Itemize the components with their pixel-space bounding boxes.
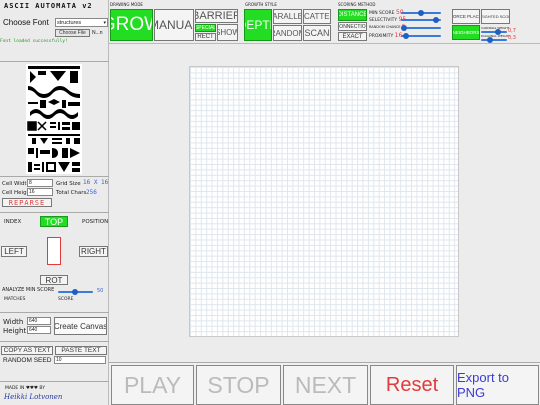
- analyze-min-score-label: ANALYZE MIN SCORE: [2, 287, 55, 293]
- canvas-height-label: Height: [3, 327, 27, 335]
- random-chance-slider-track: [401, 27, 441, 29]
- drawing-mode-title: DRAWING MODE: [110, 2, 143, 7]
- divider: [0, 61, 109, 62]
- font-select-value: structures: [57, 19, 82, 26]
- diagonal-weight-slider-knob[interactable]: [487, 37, 493, 43]
- connection-button[interactable]: CONNECTION: [338, 22, 367, 31]
- selectivity-label-text: SELECTIVITY: [369, 18, 398, 23]
- show-button[interactable]: SHOW: [217, 24, 238, 41]
- diagonal-weight-label: DIAGONAL WEIGHT: [481, 34, 510, 38]
- total-chars-label: Total Chars: [56, 190, 87, 196]
- matches-label: MATCHES: [4, 297, 26, 302]
- cell-height-input[interactable]: 16: [27, 188, 53, 196]
- reset-button[interactable]: Reset: [370, 365, 454, 405]
- next-button[interactable]: NEXT: [283, 365, 368, 405]
- scatter-button[interactable]: SCATTER: [303, 9, 331, 24]
- grid-size-value: 16 X 16: [83, 179, 109, 186]
- choose-file-button[interactable]: Choose File: [55, 29, 90, 37]
- min-score-slider-knob[interactable]: [418, 10, 424, 16]
- diagonal-weight-value: 0,3: [508, 35, 516, 41]
- diagonal-weight-slider-track: [481, 39, 507, 41]
- right-button[interactable]: RIGHT: [79, 246, 108, 257]
- analyze-min-score-slider[interactable]: [58, 289, 93, 295]
- font-preview-image: [26, 64, 82, 174]
- exact-button[interactable]: EXACT: [338, 32, 367, 41]
- status-message: Font loaded successfully!: [0, 39, 68, 44]
- author-signature[interactable]: Heikki Lotvonen: [4, 393, 62, 401]
- chevron-down-icon: ▾: [103, 19, 106, 26]
- divider: [0, 212, 109, 213]
- min-score-slider[interactable]: [401, 10, 441, 16]
- random-chance-label: RANDOM CHANCE 0: [369, 24, 405, 30]
- random-chance-label-text: RANDOM CHANCE: [369, 25, 401, 29]
- scoring-method-title: SCORING METHOD: [338, 2, 376, 7]
- choose-font-label: Choose Font: [3, 18, 49, 27]
- proximity-slider[interactable]: [401, 33, 441, 39]
- depth-button[interactable]: DEPTH: [244, 9, 272, 41]
- selectivity-slider-knob[interactable]: [433, 17, 440, 23]
- random-chance-slider[interactable]: [401, 25, 441, 31]
- divider: [0, 176, 109, 177]
- divider: [0, 381, 109, 382]
- create-canvas-button[interactable]: Create Canvas: [54, 317, 107, 335]
- barrier-button[interactable]: BARRIER: [195, 9, 238, 23]
- top-button[interactable]: TOP: [40, 216, 68, 227]
- canvas-area: [109, 44, 540, 362]
- divider: [0, 312, 109, 313]
- manual-button[interactable]: MANUAL: [154, 9, 194, 41]
- divider: [0, 341, 109, 342]
- canvas-width-input[interactable]: 640: [27, 317, 51, 325]
- rect-button[interactable]: RECT: [195, 33, 216, 41]
- position-label: POSITION: [82, 219, 109, 225]
- proximity-slider-knob[interactable]: [402, 33, 409, 39]
- analyze-min-score-value: 50: [97, 288, 104, 294]
- random-seed-input[interactable]: 10: [54, 356, 106, 364]
- cardinal-weight-slider[interactable]: [481, 29, 507, 35]
- playback-controls: PLAY STOP NEXT Reset Export to PNG: [109, 362, 540, 405]
- index-label: INDEX: [4, 219, 22, 225]
- stop-button[interactable]: STOP: [196, 365, 281, 405]
- grid-size-label: Grid Size: [56, 181, 81, 187]
- export-png-button[interactable]: Export to PNG: [456, 365, 539, 405]
- drawing-canvas[interactable]: [189, 66, 459, 337]
- left-button[interactable]: LEFT: [1, 246, 27, 257]
- font-select[interactable]: structures ▾: [55, 18, 108, 27]
- proximity-label: PROXIMITY 16: [369, 32, 402, 39]
- parallel-button[interactable]: PARALLEL: [273, 9, 302, 24]
- copy-as-text-button[interactable]: COPY AS TEXT: [1, 346, 53, 355]
- canvas-width-label: Width: [3, 318, 24, 326]
- random-chance-slider-knob[interactable]: [401, 25, 407, 31]
- toolbar: DRAWING MODE GROW MANUAL BARRIER SPECIAL…: [109, 0, 540, 44]
- random-button[interactable]: RANDOM: [273, 25, 302, 41]
- play-button[interactable]: PLAY: [111, 365, 194, 405]
- neighbors-button[interactable]: NEIGHBORS: [452, 25, 480, 40]
- file-name: N...n: [92, 30, 103, 36]
- score-label: SCORE: [58, 297, 74, 302]
- cell-width-input[interactable]: 8: [27, 179, 53, 187]
- scan-button[interactable]: SCAN: [303, 25, 331, 41]
- random-seed-label: RANDOM SEED: [3, 357, 52, 364]
- proximity-label-text: PROXIMITY: [369, 34, 394, 39]
- rotate-button[interactable]: ROT: [40, 275, 68, 285]
- made-in-label: MADE IN ♥♥♥ BY: [5, 386, 45, 391]
- force-place-button[interactable]: FORCE PLACE: [452, 9, 480, 24]
- paste-text-button[interactable]: PASTE TEXT: [55, 346, 107, 355]
- special-button[interactable]: SPECIAL: [195, 24, 216, 32]
- weighted-score-button[interactable]: WEIGHTED SCORE: [481, 9, 510, 24]
- cardinal-weight-slider-track: [481, 31, 507, 33]
- index-preview-cell: [47, 237, 61, 265]
- growth-style-title: GROWTH STYLE: [245, 2, 277, 7]
- canvas-height-input[interactable]: 640: [27, 326, 51, 334]
- app-title: ASCII AUTOMATA v2: [4, 2, 93, 10]
- grow-button[interactable]: GROW: [110, 9, 153, 41]
- cell-width-label: Cell Width: [2, 181, 31, 187]
- total-chars-value: 256: [86, 189, 97, 196]
- min-score-label: MIN SCORE 50: [369, 9, 404, 16]
- analyze-slider-knob[interactable]: [72, 289, 78, 295]
- selectivity-slider[interactable]: [401, 17, 441, 23]
- reparse-button[interactable]: REPARSE: [2, 198, 52, 207]
- diagonal-weight-slider[interactable]: [481, 37, 507, 43]
- distance-button[interactable]: DISTANCE: [338, 9, 367, 21]
- sidebar: ASCII AUTOMATA v2 Choose Font structures…: [0, 0, 109, 405]
